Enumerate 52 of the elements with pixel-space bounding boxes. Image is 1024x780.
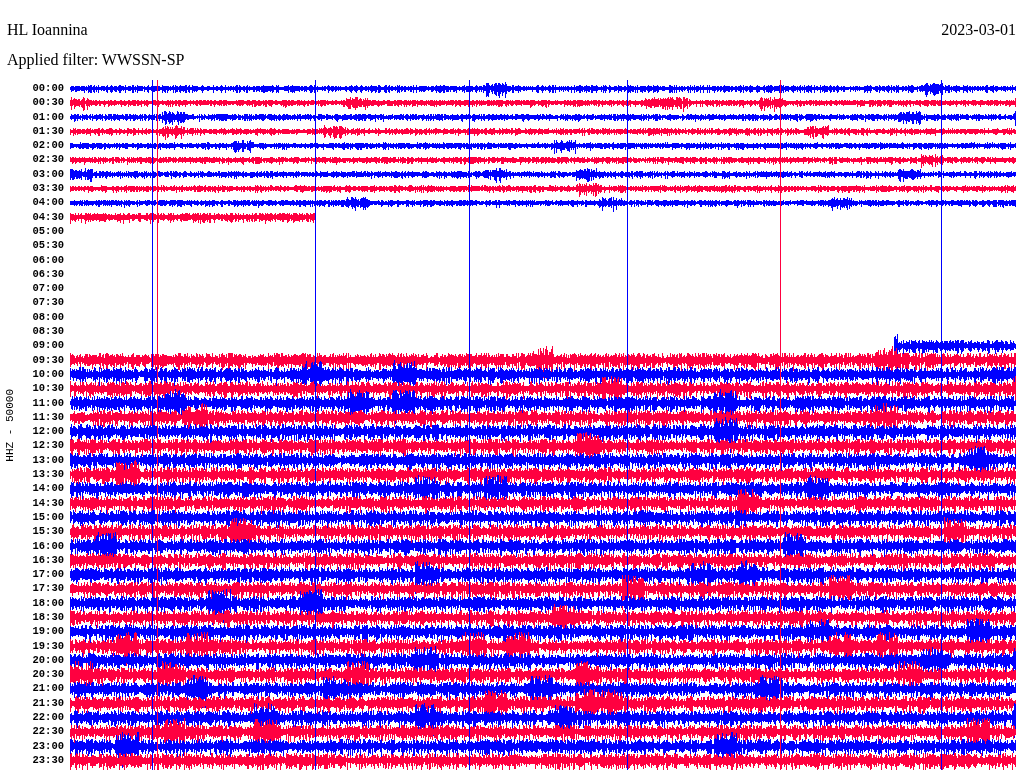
time-label: 07:30 [32,295,64,310]
time-label: 04:00 [32,195,64,210]
time-label: 09:00 [32,338,64,353]
time-label: 07:00 [32,281,64,296]
time-label: 12:00 [32,424,64,439]
time-label: 05:30 [32,238,64,253]
time-label: 14:00 [32,481,64,496]
time-label: 02:30 [32,152,64,167]
time-label: 02:00 [32,138,64,153]
time-label: 19:00 [32,624,64,639]
time-label: 22:00 [32,710,64,725]
time-label: 00:00 [32,81,64,96]
time-label: 15:30 [32,524,64,539]
time-label: 20:30 [32,667,64,682]
time-label: 03:30 [32,181,64,196]
time-label: 10:30 [32,381,64,396]
time-label: 22:30 [32,724,64,739]
time-label: 15:00 [32,509,64,525]
time-label: 01:30 [32,123,64,139]
time-label: 03:00 [32,166,64,182]
time-label: 08:30 [32,324,64,339]
time-label: 09:30 [32,352,64,367]
time-label: 16:30 [32,552,64,568]
time-label: 18:30 [32,610,64,625]
time-label: 01:00 [32,109,64,124]
time-label: 16:00 [32,538,64,553]
time-label: 06:00 [32,252,64,267]
time-label: 11:00 [32,395,64,410]
station-title: HL Ioannina [7,20,88,40]
time-label: 21:00 [32,681,64,696]
time-label: 23:00 [32,738,64,753]
time-label: 14:30 [32,495,64,510]
time-label: 06:30 [32,266,64,282]
time-label: 10:00 [32,366,64,382]
time-label: 20:00 [32,652,64,668]
time-label: 23:30 [32,752,64,768]
time-label: 00:30 [32,95,64,110]
time-label: 21:30 [32,695,64,711]
time-label: 17:00 [32,567,64,582]
time-label: 18:00 [32,595,64,610]
time-label: 12:30 [32,438,64,453]
time-label: 08:00 [32,309,64,325]
time-label: 13:30 [32,467,64,482]
time-label: 11:30 [32,409,64,425]
date-label: 2023-03-01 [941,20,1016,40]
time-label: 05:00 [32,223,64,239]
time-label: 19:30 [32,638,64,653]
time-label: 04:30 [32,209,64,224]
filter-label: Applied filter: WWSSN-SP [7,51,185,68]
time-label: 17:30 [32,581,64,596]
channel-label: HHZ - 50000 [4,388,16,462]
time-label: 13:00 [32,452,64,467]
